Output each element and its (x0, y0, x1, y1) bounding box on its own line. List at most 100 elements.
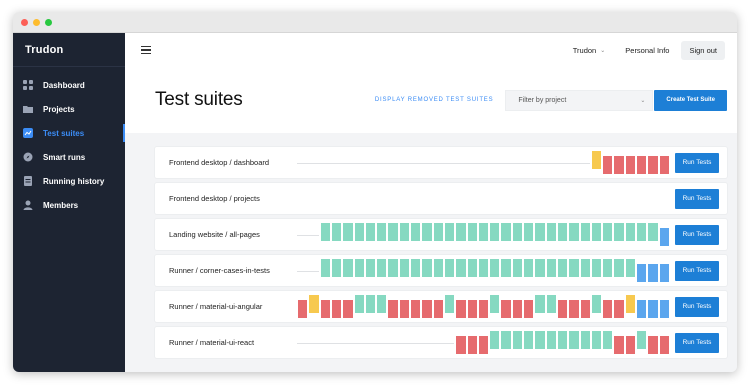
run-pass-bar[interactable] (478, 259, 489, 277)
run-pass-bar[interactable] (591, 331, 602, 349)
run-pass-bar[interactable] (524, 331, 534, 349)
run-running-bar[interactable] (637, 300, 647, 318)
personal-info-link[interactable]: Personal Info (625, 46, 669, 55)
brand-logo[interactable]: Trudon (13, 33, 125, 67)
run-pass-bar[interactable] (512, 331, 523, 349)
run-flaky-bar[interactable] (309, 295, 319, 313)
run-pass-bar[interactable] (444, 295, 455, 313)
display-removed-suites-link[interactable]: DISPLAY REMOVED TEST SUITES (375, 97, 494, 103)
run-fail-bar[interactable] (625, 336, 636, 354)
run-fail-bar[interactable] (320, 300, 330, 318)
run-pass-bar[interactable] (557, 223, 568, 241)
run-pass-bar[interactable] (331, 259, 342, 277)
run-pass-bar[interactable] (603, 331, 613, 349)
run-pass-bar[interactable] (320, 223, 330, 241)
test-suite-row[interactable]: Runner / material-ui-react Run Tests (155, 327, 727, 358)
run-pass-bar[interactable] (388, 259, 398, 277)
run-tests-button[interactable]: Run Tests (675, 224, 719, 245)
run-pass-bar[interactable] (422, 223, 432, 241)
run-pass-bar[interactable] (512, 223, 523, 241)
run-fail-bar[interactable] (648, 156, 658, 174)
run-pass-bar[interactable] (501, 223, 511, 241)
run-pass-bar[interactable] (569, 331, 579, 349)
run-pass-bar[interactable] (546, 223, 556, 241)
run-fail-bar[interactable] (614, 156, 624, 174)
hamburger-menu-icon[interactable] (141, 46, 151, 54)
run-fail-bar[interactable] (637, 156, 647, 174)
sidebar-item-dashboard[interactable]: Dashboard (13, 73, 125, 97)
run-fail-bar[interactable] (603, 300, 613, 318)
run-pass-bar[interactable] (501, 259, 511, 277)
run-running-bar[interactable] (648, 300, 658, 318)
run-fail-bar[interactable] (659, 156, 669, 174)
run-pass-bar[interactable] (637, 331, 647, 349)
run-pass-bar[interactable] (614, 223, 624, 241)
run-pass-bar[interactable] (354, 295, 364, 313)
test-suite-row[interactable]: Runner / corner-cases-in-tests Run Tests (155, 255, 727, 286)
run-pass-bar[interactable] (399, 223, 410, 241)
run-pass-bar[interactable] (422, 259, 432, 277)
run-pass-bar[interactable] (524, 259, 534, 277)
run-fail-bar[interactable] (603, 156, 613, 174)
close-window-button[interactable] (21, 18, 28, 26)
run-pass-bar[interactable] (637, 223, 647, 241)
run-flaky-bar[interactable] (625, 295, 636, 313)
run-fail-bar[interactable] (501, 300, 511, 318)
run-pass-bar[interactable] (320, 259, 330, 277)
run-pass-bar[interactable] (557, 259, 568, 277)
test-suite-row[interactable]: Runner / material-ui-angular Run Tests (155, 291, 727, 322)
run-fail-bar[interactable] (614, 336, 624, 354)
run-pass-bar[interactable] (535, 259, 545, 277)
run-pass-bar[interactable] (603, 259, 613, 277)
run-pass-bar[interactable] (354, 223, 364, 241)
run-pass-bar[interactable] (625, 259, 636, 277)
run-pass-bar[interactable] (467, 223, 477, 241)
run-fail-bar[interactable] (331, 300, 342, 318)
run-pass-bar[interactable] (625, 223, 636, 241)
run-running-bar[interactable] (659, 264, 669, 282)
sidebar-item-projects[interactable]: Projects (13, 97, 125, 121)
sign-out-button[interactable]: Sign out (681, 40, 725, 60)
run-pass-bar[interactable] (478, 223, 489, 241)
run-fail-bar[interactable] (580, 300, 590, 318)
run-pass-bar[interactable] (569, 259, 579, 277)
run-pass-bar[interactable] (535, 223, 545, 241)
run-pass-bar[interactable] (490, 259, 500, 277)
run-tests-button[interactable]: Run Tests (675, 188, 719, 209)
run-pass-bar[interactable] (569, 223, 579, 241)
run-pass-bar[interactable] (365, 259, 376, 277)
run-pass-bar[interactable] (580, 331, 590, 349)
run-fail-bar[interactable] (433, 300, 443, 318)
minimize-window-button[interactable] (33, 18, 40, 26)
run-fail-bar[interactable] (557, 300, 568, 318)
run-pass-bar[interactable] (603, 223, 613, 241)
run-fail-bar[interactable] (456, 300, 466, 318)
run-fail-bar[interactable] (343, 300, 353, 318)
run-fail-bar[interactable] (659, 336, 669, 354)
run-pass-bar[interactable] (490, 331, 500, 349)
run-pass-bar[interactable] (614, 259, 624, 277)
run-pass-bar[interactable] (433, 223, 443, 241)
run-pass-bar[interactable] (580, 223, 590, 241)
run-pass-bar[interactable] (648, 223, 658, 241)
run-tests-button[interactable]: Run Tests (675, 152, 719, 173)
run-fail-bar[interactable] (614, 300, 624, 318)
run-fail-bar[interactable] (388, 300, 398, 318)
run-fail-bar[interactable] (478, 300, 489, 318)
run-pass-bar[interactable] (557, 331, 568, 349)
run-pass-bar[interactable] (591, 223, 602, 241)
run-pass-bar[interactable] (591, 295, 602, 313)
sidebar-item-members[interactable]: Members (13, 193, 125, 217)
run-pass-bar[interactable] (365, 295, 376, 313)
run-pass-bar[interactable] (444, 223, 455, 241)
run-fail-bar[interactable] (625, 156, 636, 174)
run-running-bar[interactable] (659, 228, 669, 246)
run-fail-bar[interactable] (422, 300, 432, 318)
run-pass-bar[interactable] (456, 223, 466, 241)
run-tests-button[interactable]: Run Tests (675, 296, 719, 317)
run-pass-bar[interactable] (546, 259, 556, 277)
run-pass-bar[interactable] (490, 295, 500, 313)
run-fail-bar[interactable] (399, 300, 410, 318)
sidebar-item-smart-runs[interactable]: Smart runs (13, 145, 125, 169)
run-pass-bar[interactable] (354, 259, 364, 277)
